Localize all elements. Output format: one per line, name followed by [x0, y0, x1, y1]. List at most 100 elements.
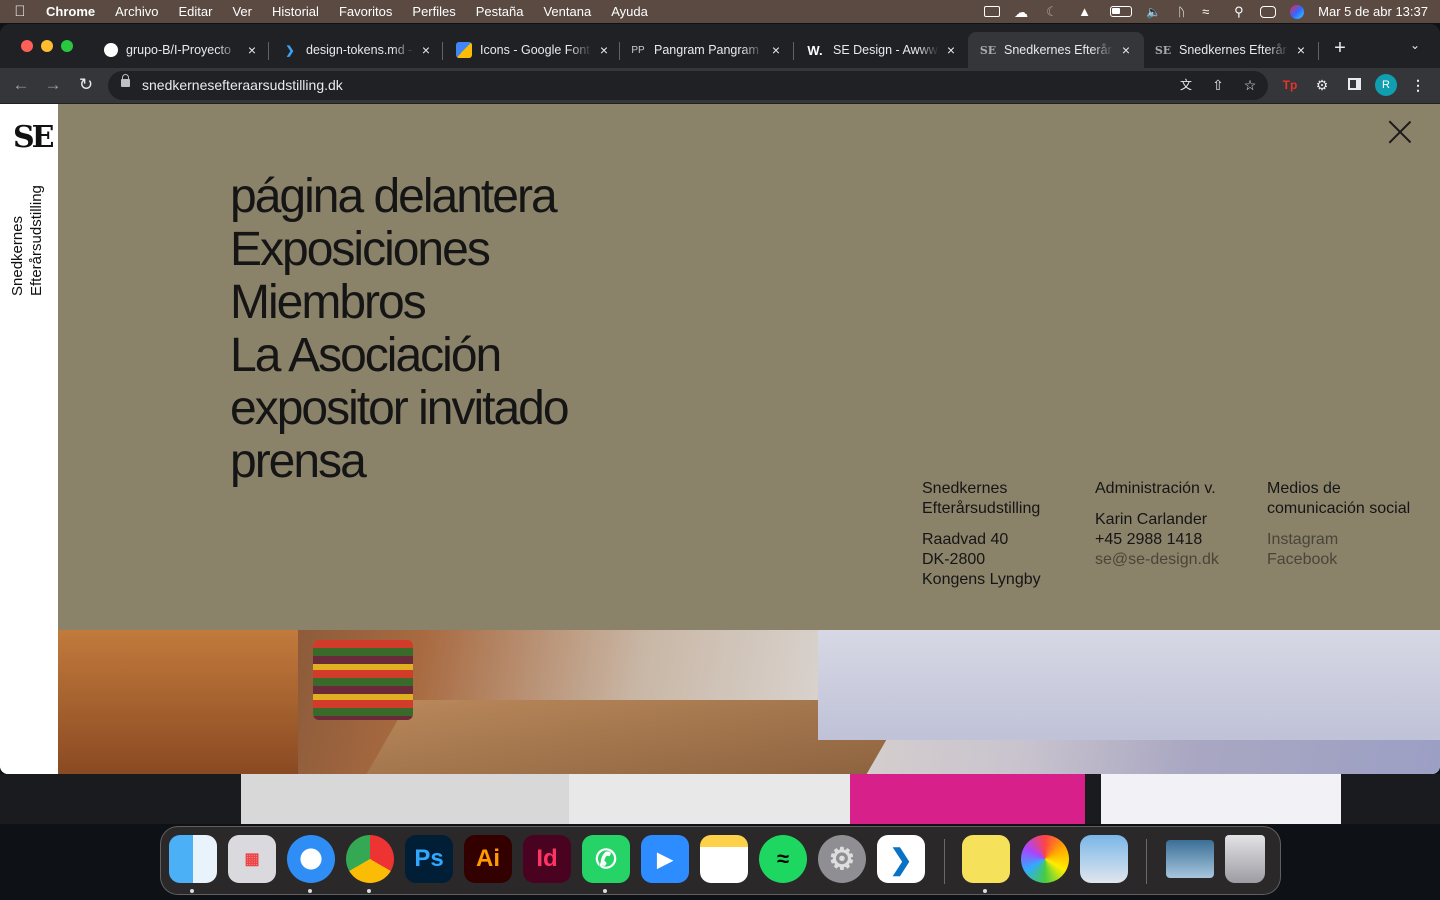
illustrator-icon[interactable]: Ai	[464, 835, 512, 883]
forward-button[interactable]: →	[41, 74, 65, 96]
indesign-icon[interactable]: Id	[523, 835, 571, 883]
finder-icon[interactable]	[169, 835, 217, 883]
nav-item-association[interactable]: La Asociación	[230, 329, 568, 382]
close-tab-icon[interactable]: ×	[1293, 42, 1309, 58]
translate-icon[interactable]: 文	[1176, 75, 1196, 95]
site-logo[interactable]: SE	[13, 120, 54, 155]
close-tab-icon[interactable]: ×	[943, 42, 959, 58]
nav-item-exhibitions[interactable]: Exposiciones	[230, 223, 568, 276]
notes-icon[interactable]	[700, 835, 748, 883]
tab-pangram[interactable]: PP Pangram Pangram F ×	[630, 36, 784, 64]
photos-icon[interactable]	[1021, 835, 1069, 883]
tab-google-fonts[interactable]: Icons - Google Font ×	[456, 36, 612, 64]
tab-title: SE Design - Awwwa	[833, 43, 939, 57]
chrome-icon[interactable]	[346, 835, 394, 883]
bookmark-star-icon[interactable]: ☆	[1240, 75, 1260, 95]
menu-archivo[interactable]: Archivo	[105, 4, 168, 19]
apple-menu-icon[interactable]: 	[0, 3, 40, 20]
google-fonts-icon	[456, 42, 472, 58]
siri-icon[interactable]	[1290, 4, 1305, 19]
facebook-link[interactable]: Facebook	[1267, 550, 1410, 570]
info-column-social: Medios de comunicación social Instagram …	[1267, 479, 1410, 570]
volume-icon[interactable]: 🔈	[1146, 6, 1164, 18]
preview-icon[interactable]	[1080, 835, 1128, 883]
safari-icon[interactable]	[287, 835, 335, 883]
tab-title: Snedkernes Efterår	[1179, 43, 1287, 57]
zoom-icon[interactable]: ▶	[641, 835, 689, 883]
spotlight-search-icon[interactable]: ⚲	[1234, 5, 1246, 18]
page-viewport: SE Snedkernes Efterårsudstilling página …	[0, 104, 1440, 774]
tab-title: Icons - Google Font	[480, 43, 590, 57]
spotify-icon[interactable]: ≈	[759, 835, 807, 883]
contact-email-link[interactable]: se@se-design.dk	[1095, 550, 1219, 570]
gear-icon[interactable]: ⚙	[818, 835, 866, 883]
extension-red-icon[interactable]: Tp	[1280, 75, 1300, 95]
launchpad-icon[interactable]: ▦	[228, 835, 276, 883]
tab-snedkernes-active[interactable]: SE Snedkernes Efterår ×	[968, 32, 1144, 68]
menu-ayuda[interactable]: Ayuda	[601, 4, 658, 19]
menu-editar[interactable]: Editar	[168, 4, 222, 19]
lock-icon[interactable]	[121, 74, 130, 87]
moon-icon[interactable]: ☾	[1046, 5, 1064, 18]
close-tab-icon[interactable]: ×	[596, 42, 612, 58]
info-column-admin: Administración v. Karin Carlander +45 29…	[1095, 479, 1219, 570]
menu-ver[interactable]: Ver	[222, 4, 262, 19]
nav-item-guest-exhibitor[interactable]: expositor invitado	[230, 382, 570, 435]
close-tab-icon[interactable]: ×	[1118, 42, 1134, 58]
close-menu-icon[interactable]	[1388, 120, 1412, 144]
close-tab-icon[interactable]: ×	[418, 42, 434, 58]
info-column-address: Snedkernes Efterårsudstilling Raadvad 40…	[922, 479, 1041, 590]
back-button[interactable]: ←	[9, 74, 33, 96]
close-window-button[interactable]	[21, 40, 33, 52]
photoshop-icon[interactable]: Ps	[405, 835, 453, 883]
battery-icon[interactable]	[1110, 6, 1133, 17]
stickies-icon[interactable]	[962, 835, 1010, 883]
share-icon[interactable]: ⇧	[1208, 75, 1228, 95]
extensions-puzzle-icon[interactable]: ⚙	[1312, 75, 1332, 95]
tab-strip: grupo-B/I-Proyecto × ❯ design-tokens.md …	[0, 24, 1440, 68]
nav-item-home[interactable]: página delantera	[230, 170, 568, 223]
menu-app-name[interactable]: Chrome	[40, 4, 105, 19]
contact-phone[interactable]: +45 2988 1418	[1095, 530, 1219, 550]
menu-favoritos[interactable]: Favoritos	[329, 4, 402, 19]
side-panel-icon[interactable]	[1344, 75, 1364, 95]
menu-ventana[interactable]: Ventana	[533, 4, 601, 19]
zoom-window-button[interactable]	[61, 40, 73, 52]
whatsapp-icon[interactable]: ✆	[582, 835, 630, 883]
tab-awwwards[interactable]: W. SE Design - Awwwa ×	[805, 36, 959, 64]
trash-icon[interactable]	[1225, 835, 1265, 883]
macos-menu-bar:  Chrome Archivo Editar Ver Historial Fa…	[0, 0, 1440, 23]
menu-pestana[interactable]: Pestaña	[466, 4, 534, 19]
wifi-icon[interactable]: ≈	[1202, 5, 1220, 18]
nav-item-members[interactable]: Miembros	[230, 276, 568, 329]
minimize-window-button[interactable]	[41, 40, 53, 52]
close-tab-icon[interactable]: ×	[768, 42, 784, 58]
display-icon[interactable]	[984, 6, 1001, 17]
tab-search-chevron-icon[interactable]: ⌄	[1410, 38, 1420, 52]
stack-icon[interactable]	[1166, 840, 1214, 878]
profile-avatar[interactable]: R	[1375, 74, 1397, 96]
chrome-menu-icon[interactable]: ⋮	[1408, 75, 1428, 95]
mountain-icon[interactable]: ▲	[1078, 5, 1096, 18]
tab-design-tokens[interactable]: ❯ design-tokens.md - ×	[282, 36, 434, 64]
close-tab-icon[interactable]: ×	[244, 42, 260, 58]
tab-github[interactable]: grupo-B/I-Proyecto ×	[104, 36, 260, 64]
tab-snedkernes[interactable]: SE Snedkernes Efterår ×	[1155, 36, 1309, 64]
control-center-icon[interactable]	[1260, 5, 1277, 18]
menu-historial[interactable]: Historial	[262, 4, 329, 19]
instagram-link[interactable]: Instagram	[1267, 530, 1410, 550]
tab-title: Pangram Pangram F	[654, 43, 764, 57]
menu-perfiles[interactable]: Perfiles	[402, 4, 465, 19]
menubar-clock[interactable]: Mar 5 de abr 13:37	[1318, 4, 1428, 19]
creative-cloud-icon[interactable]: ☁	[1014, 5, 1032, 19]
bluetooth-icon[interactable]: ᚢ	[1178, 6, 1188, 18]
address-bar[interactable]: snedkernesefteraarsudstilling.dk 文 ⇧ ☆	[108, 71, 1268, 100]
vscode-icon[interactable]: ❯	[877, 835, 925, 883]
new-tab-button[interactable]: +	[1331, 38, 1349, 58]
background-window-2	[569, 774, 850, 824]
menu-overlay: página delantera Exposiciones Miembros L…	[58, 104, 1440, 630]
nav-item-press[interactable]: prensa	[230, 435, 568, 488]
reload-button[interactable]: ↻	[74, 74, 98, 96]
contact-name: Karin Carlander	[1095, 511, 1208, 528]
address-url[interactable]: snedkernesefteraarsudstilling.dk	[142, 77, 343, 93]
